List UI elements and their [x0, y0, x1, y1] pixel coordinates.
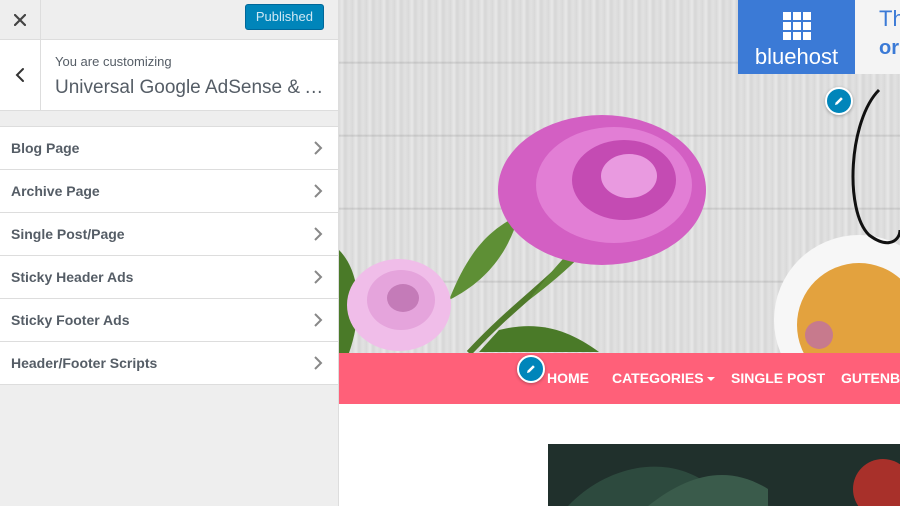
site-preview: bluehost Th or HOME CATEGORIES SINGLE PO…: [339, 0, 900, 506]
nav-item-gutenberg[interactable]: GUTENBE: [841, 370, 900, 386]
section-list: Blog Page Archive Page Single Post/Page …: [0, 126, 338, 385]
back-arrow-icon: [15, 68, 24, 82]
section-item-label: Blog Page: [11, 140, 80, 156]
ad-banner[interactable]: bluehost: [738, 0, 855, 74]
chevron-right-icon: [314, 227, 323, 241]
chevron-right-icon: [314, 270, 323, 284]
back-button[interactable]: [0, 40, 41, 110]
section-item-label: Archive Page: [11, 183, 100, 199]
pencil-icon: [527, 365, 535, 373]
close-icon: [14, 13, 26, 26]
section-item-label: Sticky Footer Ads: [11, 312, 130, 328]
hero-image: bluehost Th or: [339, 0, 900, 353]
section-item-label: Header/Footer Scripts: [11, 355, 158, 371]
ad-brand-text: bluehost: [754, 44, 839, 69]
customizing-title: Universal Google AdSense & A...: [55, 77, 330, 98]
customizing-info: You are customizing Universal Google AdS…: [0, 40, 338, 111]
chevron-right-icon: [314, 141, 323, 155]
nav-item-single-post[interactable]: SINGLE POST: [731, 370, 825, 386]
publish-button[interactable]: Published: [244, 4, 324, 30]
section-item-label: Sticky Header Ads: [11, 269, 134, 285]
post-featured-image: [548, 444, 900, 506]
section-item-blog-page[interactable]: Blog Page: [0, 127, 338, 170]
customizer-sidebar: Published You are customizing Universal …: [0, 0, 339, 506]
section-item-sticky-header-ads[interactable]: Sticky Header Ads: [0, 256, 338, 299]
pencil-icon: [835, 97, 843, 105]
section-item-single-post[interactable]: Single Post/Page: [0, 213, 338, 256]
edit-shortcut-menu[interactable]: [517, 355, 545, 383]
section-item-sticky-footer-ads[interactable]: Sticky Footer Ads: [0, 299, 338, 342]
section-item-label: Single Post/Page: [11, 226, 125, 242]
site-navigation: HOME CATEGORIES SINGLE POST GUTENBE: [339, 353, 900, 404]
nav-item-categories[interactable]: CATEGORIES: [612, 370, 716, 386]
section-item-archive-page[interactable]: Archive Page: [0, 170, 338, 213]
ad-side-text-2: or: [879, 37, 899, 59]
grid-logo-icon: [783, 12, 811, 40]
section-item-header-footer-scripts[interactable]: Header/Footer Scripts: [0, 342, 338, 385]
chevron-right-icon: [314, 184, 323, 198]
nav-item-label: CATEGORIES: [612, 370, 704, 386]
edit-shortcut-header[interactable]: [825, 87, 853, 115]
chevron-right-icon: [314, 313, 323, 327]
customizing-label: You are customizing: [55, 54, 172, 69]
customizer-header: Published: [0, 0, 338, 40]
close-button[interactable]: [0, 0, 41, 39]
ad-side-panel[interactable]: Th or: [855, 0, 900, 74]
post-image-art: [568, 459, 900, 506]
chevron-right-icon: [314, 356, 323, 370]
nav-item-home[interactable]: HOME: [547, 370, 589, 386]
ad-side-text-1: Th: [879, 6, 900, 31]
caret-down-icon: [707, 377, 716, 382]
